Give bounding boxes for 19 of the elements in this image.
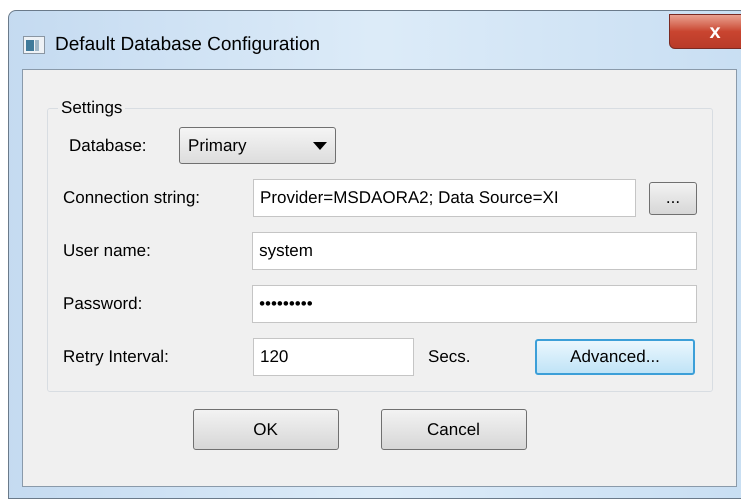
text-field[interactable]: ••••••••• [252,285,697,323]
caret-icon [313,142,327,150]
dialog-button[interactable]: OK [192,409,338,450]
dialog-button[interactable]: Cancel [380,409,526,450]
field-label: Database: [69,134,148,157]
unit-label: Secs. [428,346,472,368]
field-label: Retry Interval: [63,346,170,368]
text-field[interactable]: Provider=MSDAORA2; Data Source=XI [253,179,636,217]
database-dropdown[interactable]: Primary [179,127,336,164]
text-field[interactable]: system [252,232,697,270]
app-icon [23,36,45,54]
advanced-button[interactable]: Advanced... [535,339,695,375]
browse-button[interactable]: ... [649,182,697,214]
close-button[interactable]: x [669,14,741,49]
field-label: User name: [63,240,152,262]
field-label: Connection string: [63,187,202,210]
window-title: Default Database Configuration [55,33,320,57]
field-label: Password: [63,293,144,316]
text-field[interactable]: 120 [253,338,414,376]
